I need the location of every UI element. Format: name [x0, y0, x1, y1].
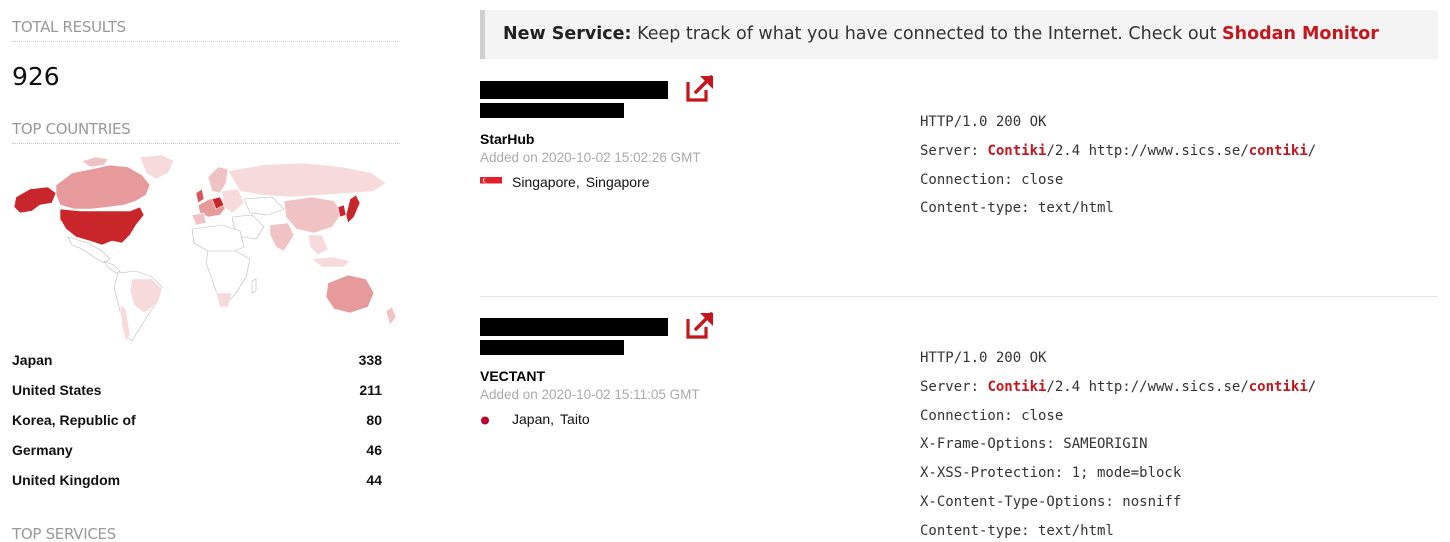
- country-count: 338: [358, 352, 382, 368]
- banner-header-line: Content-type: text/html: [920, 522, 1114, 539]
- world-map-choropleth[interactable]: [12, 155, 400, 345]
- service-banner: HTTP/1.0 200 OK Server: Contiki/2.4 http…: [920, 108, 1316, 223]
- banner-header-line: X-Content-Type-Options: nosniff: [920, 493, 1182, 510]
- result-city[interactable]: Singapore: [586, 174, 650, 190]
- result-location: Singapore, Singapore: [480, 174, 650, 190]
- map-region-eastern-europe[interactable]: [221, 188, 245, 214]
- japan-flag-icon: [480, 413, 502, 427]
- redacted-hostname: [480, 340, 624, 355]
- total-results-title: TOTAL RESULTS: [12, 18, 126, 36]
- top-services-title: TOP SERVICES: [12, 525, 116, 542]
- country-name[interactable]: Germany: [12, 442, 73, 458]
- section-divider: [12, 41, 400, 42]
- notice-label: New Service:: [503, 24, 632, 44]
- country-facet-row[interactable]: United Kingdom 44: [12, 472, 382, 494]
- map-region-alaska[interactable]: [13, 186, 57, 214]
- country-facet-row[interactable]: Korea, Republic of 80: [12, 412, 382, 434]
- result-country[interactable]: Singapore,: [512, 174, 580, 190]
- result-city[interactable]: Taito: [560, 411, 590, 427]
- country-facet-row[interactable]: United States 211: [12, 382, 382, 404]
- banner-header-line: X-XSS-Protection: 1; mode=block: [920, 465, 1182, 482]
- banner-server-url: /2.4 http://www.sics.se/: [1046, 142, 1249, 159]
- banner-header-line: Connection: close: [920, 407, 1064, 424]
- banner-server-label: Server:: [920, 378, 988, 395]
- banner-keyword-highlight: contiki: [1248, 142, 1308, 159]
- map-region-australia[interactable]: [325, 274, 375, 314]
- map-region-indonesia[interactable]: [311, 256, 351, 268]
- result-location: Japan, Taito: [480, 411, 590, 427]
- map-region-kazakhstan[interactable]: [243, 196, 285, 216]
- banner-status-line: HTTP/1.0 200 OK: [920, 350, 1047, 366]
- map-region-russia[interactable]: [227, 162, 387, 198]
- country-name[interactable]: United States: [12, 382, 101, 398]
- top-countries-title: TOP COUNTRIES: [12, 120, 131, 138]
- country-facet-row[interactable]: Germany 46: [12, 442, 382, 464]
- redacted-hostname: [480, 103, 624, 118]
- shodan-monitor-link[interactable]: Shodan Monitor: [1222, 24, 1379, 44]
- country-count: 80: [366, 412, 382, 428]
- banner-header-line: Content-type: text/html: [920, 200, 1114, 217]
- map-region-southeast-asia[interactable]: [307, 234, 329, 256]
- redacted-ip-address[interactable]: [480, 81, 668, 99]
- redacted-ip-address[interactable]: [480, 318, 668, 336]
- map-region-new-zealand[interactable]: [385, 306, 397, 326]
- total-results-count: 926: [12, 62, 60, 91]
- map-region-canada[interactable]: [55, 164, 151, 210]
- map-region-arctic-islands[interactable]: [81, 156, 109, 168]
- banner-server-label: Server:: [920, 142, 988, 159]
- result-divider: [480, 296, 1438, 297]
- external-link-icon[interactable]: [684, 311, 716, 339]
- map-region-iberia[interactable]: [191, 212, 207, 226]
- result-added-date: Added on 2020-10-02 15:02:26 GMT: [480, 150, 701, 165]
- map-region-india[interactable]: [269, 222, 295, 252]
- notice-text: Keep track of what you have connected to…: [631, 24, 1223, 44]
- result-organization[interactable]: VECTANT: [480, 368, 545, 384]
- section-divider: [12, 143, 400, 144]
- country-count: 44: [366, 472, 382, 488]
- map-region-japan[interactable]: [345, 194, 361, 224]
- country-count: 211: [359, 382, 382, 398]
- country-count: 46: [366, 442, 382, 458]
- external-link-icon[interactable]: [684, 74, 716, 102]
- banner-keyword-highlight: Contiki: [987, 378, 1047, 395]
- country-facet-row[interactable]: Japan 338: [12, 352, 382, 374]
- banner-keyword-highlight: contiki: [1248, 378, 1308, 395]
- country-name[interactable]: United Kingdom: [12, 472, 120, 488]
- country-name[interactable]: Korea, Republic of: [12, 412, 136, 428]
- map-region-greenland[interactable]: [139, 155, 175, 180]
- new-service-notice: New Service: Keep track of what you have…: [480, 10, 1438, 59]
- banner-header-line: X-Frame-Options: SAMEORIGIN: [920, 436, 1148, 453]
- result-organization[interactable]: StarHub: [480, 131, 534, 147]
- map-region-united-kingdom[interactable]: [195, 188, 205, 204]
- banner-server-end: /: [1307, 378, 1317, 395]
- banner-keyword-highlight: Contiki: [987, 142, 1047, 159]
- banner-server-end: /: [1307, 142, 1317, 159]
- map-region-south-africa[interactable]: [215, 292, 233, 308]
- banner-status-line: HTTP/1.0 200 OK: [920, 114, 1047, 130]
- map-region-central-america[interactable]: [103, 260, 121, 274]
- map-region-madagascar[interactable]: [251, 278, 257, 294]
- facets-sidebar: TOTAL RESULTS 926 TOP COUNTRIES Japan 33…: [12, 0, 400, 542]
- singapore-flag-icon: [480, 176, 502, 190]
- result-country[interactable]: Japan,: [512, 411, 554, 427]
- banner-server-url: /2.4 http://www.sics.se/: [1046, 378, 1249, 395]
- country-name[interactable]: Japan: [12, 352, 52, 368]
- map-region-scandinavia[interactable]: [207, 166, 229, 194]
- result-added-date: Added on 2020-10-02 15:11:05 GMT: [480, 387, 700, 402]
- map-region-china[interactable]: [283, 196, 343, 234]
- banner-header-line: Connection: close: [920, 171, 1064, 188]
- service-banner: HTTP/1.0 200 OK Server: Contiki/2.4 http…: [920, 344, 1316, 542]
